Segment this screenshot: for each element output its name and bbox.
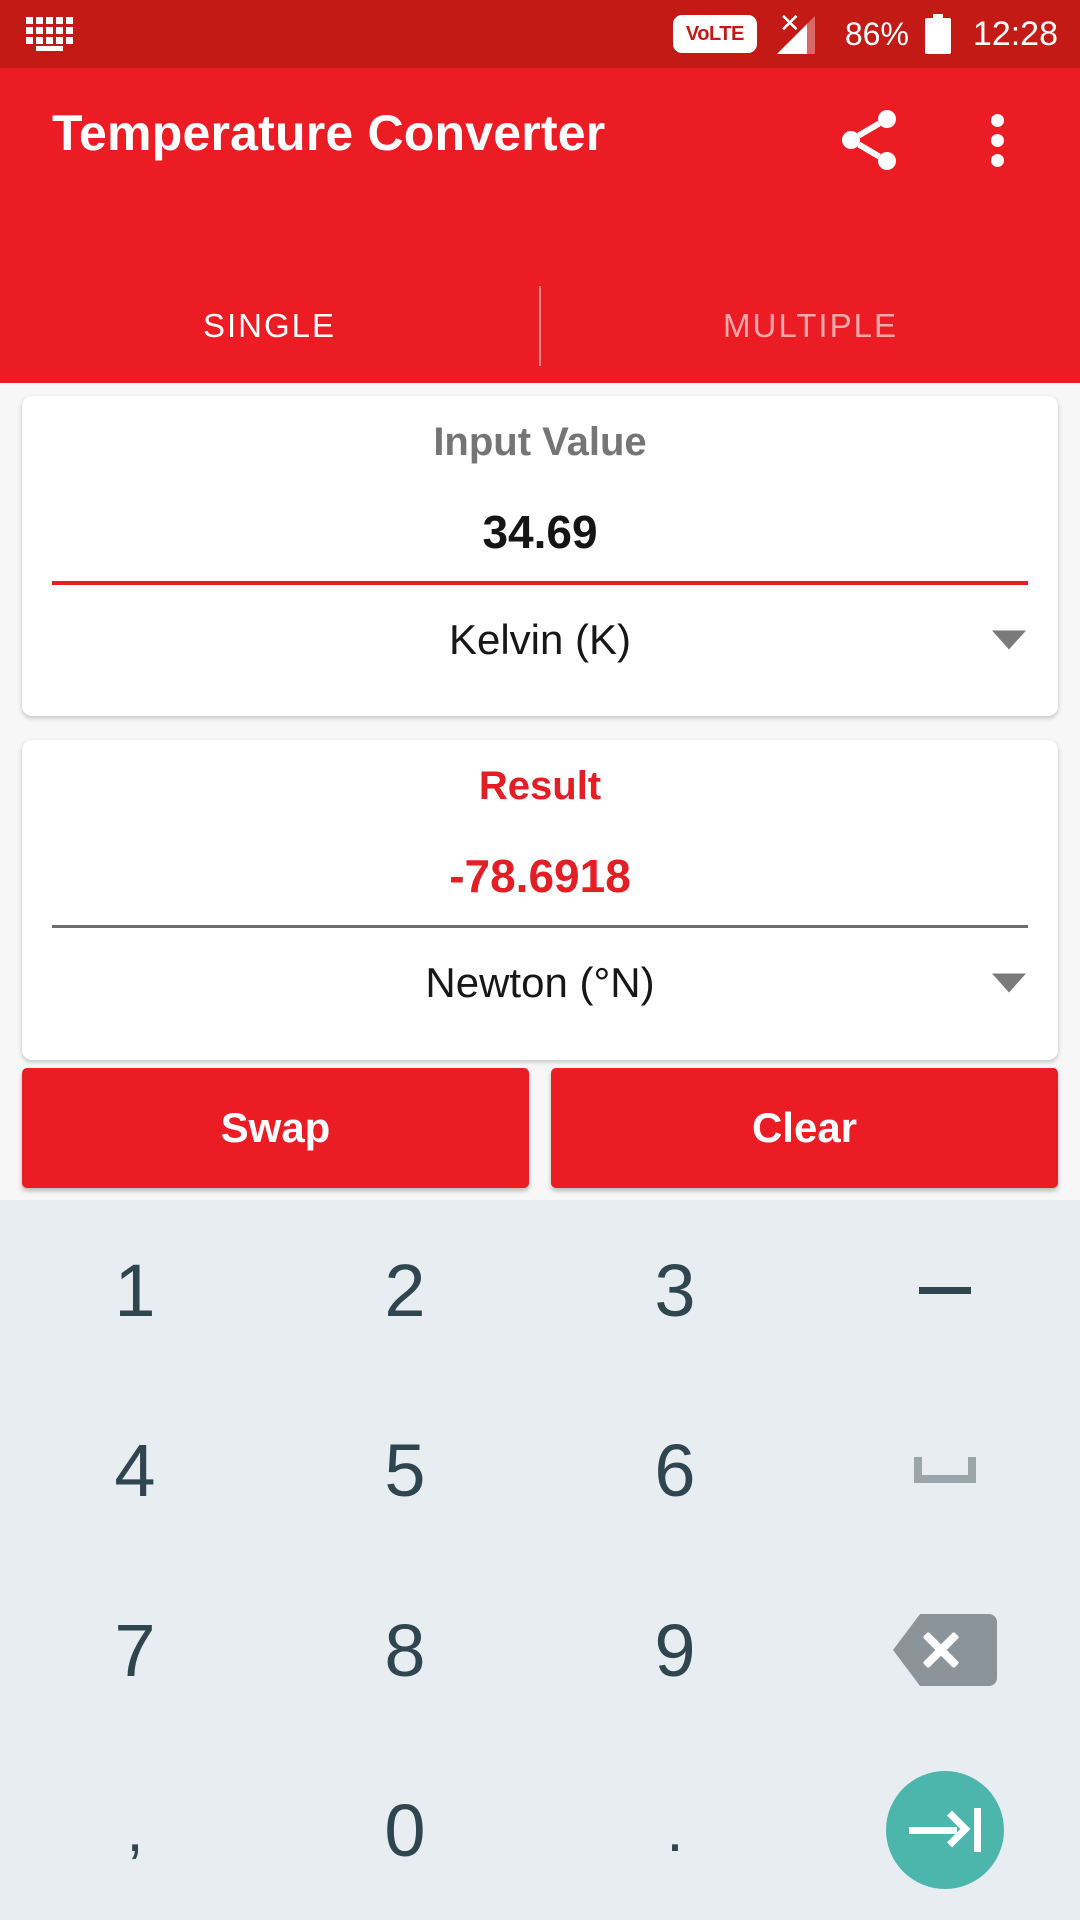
result-card: Result -78.6918 Newton (°N) [22,740,1058,1060]
tab-bar: SINGLE MULTIPLE [0,268,1080,383]
minus-icon [919,1286,971,1294]
volte-label: VoLTE [685,23,744,45]
numeric-keyboard: 123 456 789,0. [0,1200,1080,1920]
input-value-label: Input Value [433,420,647,464]
result-unit-label: Newton (°N) [425,959,655,1006]
key-period[interactable]: . [540,1740,810,1920]
app-screen: VoLTE ✕ 86% 12:28 Temperature Converter [0,0,1080,1920]
enter-icon [886,1771,1004,1889]
action-bar: Swap Clear [0,1068,1080,1188]
key-minus[interactable] [810,1200,1080,1380]
app-bar: Temperature Converter [0,68,1080,268]
battery-percent: 86% [844,16,909,52]
overflow-menu-icon[interactable] [968,104,1028,176]
key-9[interactable]: 9 [540,1560,810,1740]
space-icon [914,1457,976,1483]
key-2[interactable]: 2 [270,1200,540,1380]
tab-single[interactable]: SINGLE [0,307,539,345]
key-1[interactable]: 1 [0,1200,270,1380]
key-3[interactable]: 3 [540,1200,810,1380]
volte-badge: VoLTE [672,15,757,53]
tab-multiple[interactable]: MULTIPLE [541,307,1080,345]
no-signal-icon: ✕ [773,10,829,56]
result-label: Result [478,764,602,808]
status-bar: VoLTE ✕ 86% 12:28 [0,0,1080,68]
status-bar-clock: 12:28 [972,15,1058,53]
key-7[interactable]: 7 [0,1560,270,1740]
backspace-icon [893,1614,997,1686]
key-6[interactable]: 6 [540,1380,810,1560]
status-bar-left [26,17,82,51]
battery-icon [924,14,951,54]
share-icon[interactable] [833,104,905,176]
key-0[interactable]: 0 [270,1740,540,1920]
clear-button[interactable]: Clear [551,1068,1058,1188]
chevron-down-icon [992,630,1026,650]
result-unit-spinner[interactable]: Newton (°N) [52,928,1028,1038]
key-5[interactable]: 5 [270,1380,540,1560]
keyboard-icon [26,17,82,51]
result-value: -78.6918 [449,850,631,902]
status-bar-right: VoLTE ✕ 86% 12:28 [672,10,1058,56]
page-title: Temperature Converter [52,105,606,161]
input-unit-label: Kelvin (K) [448,616,632,663]
chevron-down-icon [992,973,1026,993]
key-enter[interactable] [810,1740,1080,1920]
input-value-field[interactable]: 34.69 [52,505,1028,559]
input-value-card: Input Value 34.69 Kelvin (K) [22,396,1058,716]
key-comma[interactable]: , [0,1740,270,1920]
key-space[interactable] [810,1380,1080,1560]
input-unit-spinner[interactable]: Kelvin (K) [52,585,1028,695]
key-backspace[interactable] [810,1560,1080,1740]
key-8[interactable]: 8 [270,1560,540,1740]
swap-button[interactable]: Swap [22,1068,529,1188]
key-4[interactable]: 4 [0,1380,270,1560]
